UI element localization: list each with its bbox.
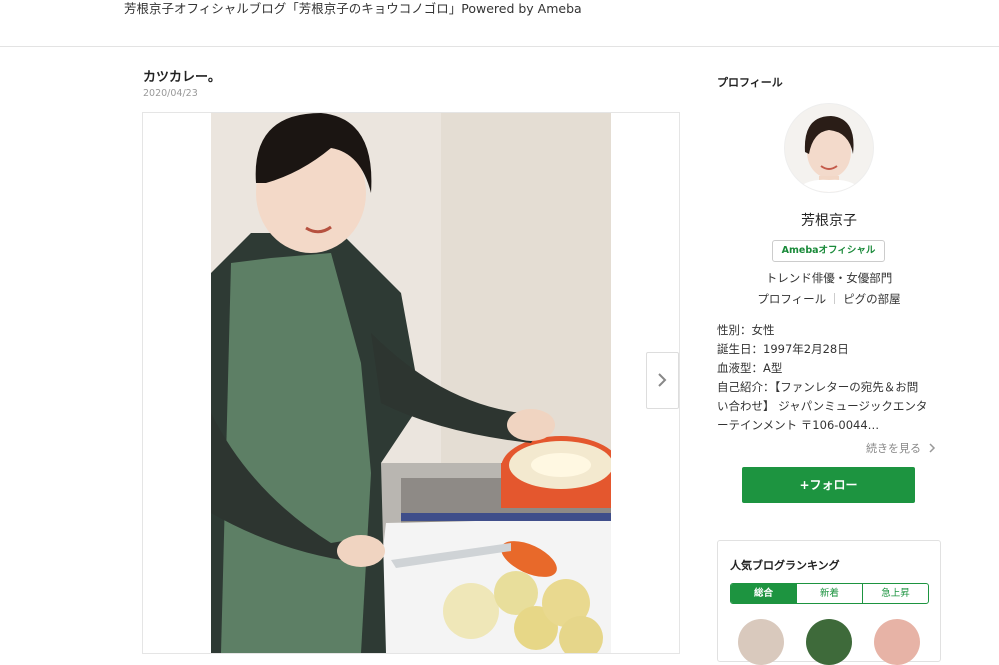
profile-link[interactable]: プロフィール	[757, 292, 826, 306]
profile-category[interactable]: トレンド俳優・女優部門	[717, 270, 941, 286]
profile-gender: 性別：女性	[717, 323, 775, 337]
follow-button[interactable]: +フォロー	[742, 467, 915, 503]
tab-rising[interactable]: 急上昇	[862, 584, 928, 603]
next-image-button[interactable]	[646, 352, 679, 409]
pigg-room-link[interactable]: ピグの部屋	[843, 292, 901, 306]
profile-links: プロフィール ピグの部屋	[717, 291, 941, 307]
chevron-right-icon	[658, 373, 667, 387]
profile-blood-type: 血液型：A型	[717, 361, 783, 375]
profile-birthday: 誕生日：1997年2月28日	[717, 342, 849, 356]
post-title[interactable]: カツカレー。	[143, 66, 221, 85]
read-more-link[interactable]: 続きを見る	[866, 440, 936, 456]
ranking-avatar[interactable]	[738, 619, 784, 665]
link-divider	[834, 293, 836, 304]
profile-name: 芳根京子	[801, 213, 857, 229]
chevron-right-icon	[928, 443, 935, 453]
profile-intro: い合わせ】 ジャパンミュージックエンタ	[717, 399, 928, 413]
profile-intro: ーテインメント 〒106-0044…	[717, 418, 880, 432]
profile-intro: 自己紹介：【ファンレターの宛先＆お問	[717, 380, 919, 394]
ranking-avatar[interactable]	[806, 619, 852, 665]
blog-header: 芳根京子オフィシャルブログ「芳根京子のキョウコノゴロ」Powered by Am…	[0, 0, 999, 47]
blog-title-link[interactable]: 芳根京子オフィシャルブログ「芳根京子のキョウコノゴロ」Powered by Am…	[124, 0, 582, 18]
tab-overall[interactable]: 総合	[731, 584, 796, 603]
ranking-avatar[interactable]	[874, 619, 920, 665]
tab-new[interactable]: 新着	[796, 584, 862, 603]
profile-heading: プロフィール	[717, 76, 783, 89]
post-image-frame	[142, 112, 680, 654]
post-date: 2020/04/23	[143, 88, 198, 99]
profile-avatar[interactable]	[784, 103, 874, 193]
ranking-title: 人気ブログランキング	[730, 559, 840, 572]
read-more-label: 続きを見る	[866, 442, 921, 455]
profile-details: 性別：女性 誕生日：1997年2月28日 血液型：A型 自己紹介：【ファンレター…	[717, 321, 942, 435]
official-badge: Amebaオフィシャル	[772, 240, 885, 262]
ranking-tabs: 総合 新着 急上昇	[730, 583, 929, 604]
post-photo[interactable]	[211, 113, 611, 653]
ranking-box: 人気ブログランキング 総合 新着 急上昇	[717, 540, 941, 665]
